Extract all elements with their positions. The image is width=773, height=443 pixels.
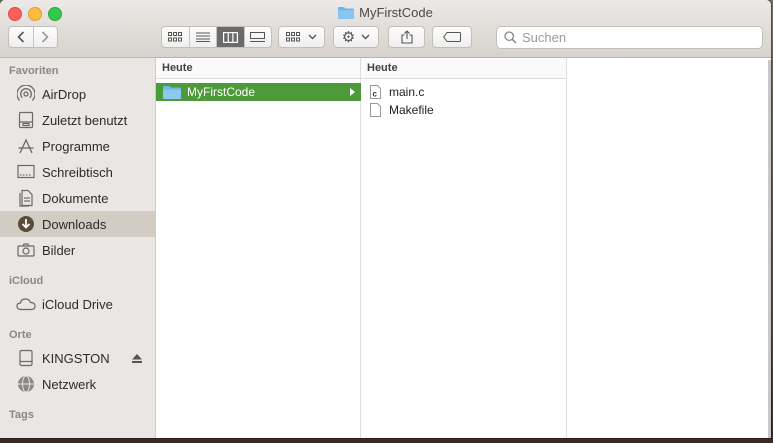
- group-icon: [286, 32, 300, 42]
- sidebar-section-tags: Tags: [9, 409, 34, 421]
- sidebar-item-icloud-drive[interactable]: iCloud Drive: [0, 291, 156, 317]
- sidebar-item-label: KINGSTON: [42, 350, 110, 366]
- folder-icon: [338, 6, 355, 22]
- sidebar-section-places: Orte: [9, 329, 32, 341]
- sidebar-item-pictures[interactable]: Bilder: [0, 237, 156, 263]
- sidebar-item-label: Schreibtisch: [42, 164, 113, 180]
- recents-icon: [16, 110, 36, 130]
- sidebar-item-label: Dokumente: [42, 190, 109, 206]
- share-icon: [400, 30, 413, 44]
- drive-icon: [16, 348, 36, 368]
- column-header: Heute: [361, 58, 566, 79]
- background-window-edge: [768, 60, 771, 438]
- chevron-left-icon: [17, 31, 24, 43]
- list-item[interactable]: Makefile: [361, 101, 567, 119]
- share-button[interactable]: [388, 26, 425, 48]
- sidebar: Favoriten AirDrop Zuletzt benutzt Progra…: [0, 58, 156, 438]
- nav-buttons: [8, 26, 58, 48]
- view-mode-control: [161, 26, 272, 48]
- sidebar-item-label: iCloud Drive: [42, 296, 113, 312]
- list-icon: [195, 32, 210, 42]
- sidebar-section-favorites: Favoriten: [9, 65, 59, 77]
- window-title-label: MyFirstCode: [359, 5, 433, 20]
- forward-button[interactable]: [34, 27, 58, 47]
- window-title: MyFirstCode: [0, 5, 771, 22]
- item-name: Makefile: [389, 103, 434, 117]
- sidebar-item-applications[interactable]: Programme: [0, 133, 156, 159]
- airdrop-icon: [16, 84, 36, 104]
- finder-window: MyFirstCode ⚙ Suchen Favoriten AirDrop Z…: [0, 0, 771, 438]
- gear-icon: ⚙: [341, 28, 356, 46]
- list-view-button[interactable]: [190, 27, 217, 47]
- action-button[interactable]: ⚙: [333, 26, 379, 48]
- svg-text:c: c: [373, 90, 378, 99]
- applications-icon: [16, 136, 36, 156]
- search-icon: [504, 31, 517, 44]
- browser-column-2: Heute c main.c Makefile: [361, 58, 567, 438]
- columns-icon: [222, 31, 238, 43]
- sidebar-item-label: Zuletzt benutzt: [42, 112, 128, 128]
- documents-icon: [16, 188, 36, 208]
- list-item[interactable]: c main.c: [361, 83, 567, 101]
- grid-icon: [168, 32, 183, 42]
- tags-button[interactable]: [432, 26, 472, 48]
- search-placeholder: Suchen: [522, 30, 567, 45]
- sidebar-item-desktop[interactable]: Schreibtisch: [0, 159, 156, 185]
- sidebar-item-downloads[interactable]: Downloads: [0, 211, 156, 237]
- c-file-icon: c: [370, 85, 381, 99]
- column-view-button[interactable]: [217, 27, 245, 47]
- chevron-down-icon: [308, 34, 317, 40]
- sidebar-item-label: Programme: [42, 138, 110, 154]
- eject-icon[interactable]: [132, 351, 142, 366]
- network-icon: [16, 374, 36, 394]
- search-field[interactable]: Suchen: [496, 26, 763, 49]
- column-header: Heute: [156, 58, 360, 79]
- chevron-right-icon: [42, 31, 49, 43]
- sidebar-item-network[interactable]: Netzwerk: [0, 371, 156, 397]
- browser-column-empty: [567, 58, 771, 438]
- sidebar-item-label: Downloads: [42, 216, 107, 232]
- desktop-icon: [16, 162, 36, 182]
- icon-view-button[interactable]: [162, 27, 190, 47]
- gallery-view-button[interactable]: [245, 27, 272, 47]
- item-name: MyFirstCode: [187, 85, 256, 99]
- sidebar-item-label: Netzwerk: [42, 376, 97, 392]
- sidebar-section-icloud: iCloud: [9, 275, 44, 287]
- sidebar-item-kingston[interactable]: KINGSTON: [0, 345, 156, 371]
- item-name: main.c: [389, 85, 425, 99]
- sidebar-item-label: Bilder: [42, 242, 76, 258]
- sidebar-item-label: AirDrop: [42, 86, 87, 102]
- tag-icon: [443, 32, 461, 42]
- file-icon: [370, 103, 381, 117]
- chevron-down-icon: [361, 34, 370, 40]
- gallery-icon: [250, 31, 266, 42]
- browser-column-1: Heute MyFirstCode: [156, 58, 361, 438]
- sidebar-item-documents[interactable]: Dokumente: [0, 185, 156, 211]
- list-item[interactable]: MyFirstCode: [156, 83, 361, 101]
- disclosure-arrow-icon: [350, 88, 355, 96]
- folder-icon: [163, 85, 181, 99]
- sidebar-item-recents[interactable]: Zuletzt benutzt: [0, 107, 156, 133]
- cloud-icon: [16, 294, 36, 314]
- camera-icon: [16, 240, 36, 260]
- downloads-icon: [16, 214, 36, 234]
- back-button[interactable]: [9, 27, 34, 47]
- sidebar-item-airdrop[interactable]: AirDrop: [0, 81, 156, 107]
- toolbar: MyFirstCode ⚙ Suchen: [0, 0, 771, 58]
- group-by-button[interactable]: [278, 26, 325, 48]
